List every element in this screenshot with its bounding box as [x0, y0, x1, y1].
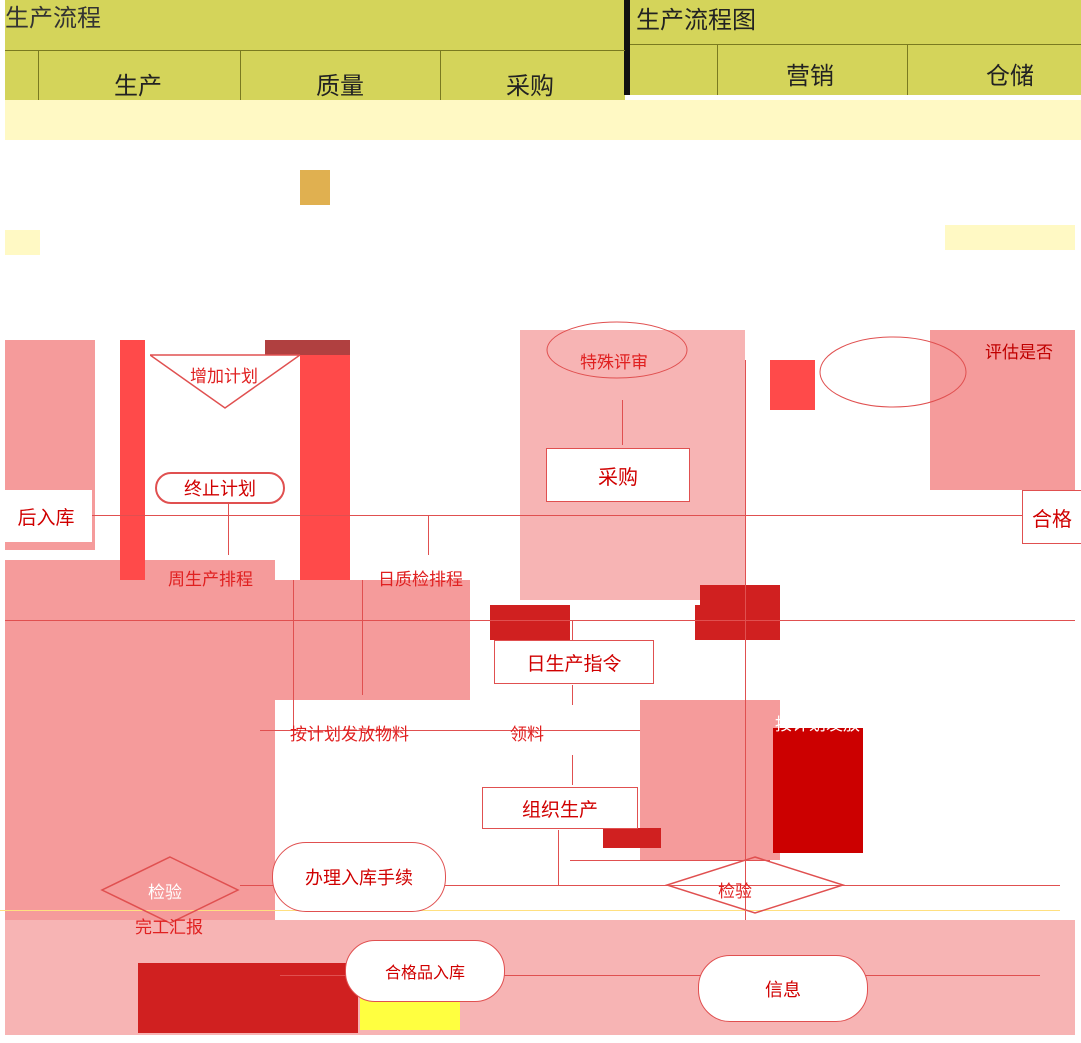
flow-line: [572, 755, 573, 785]
white-panel: [800, 470, 920, 580]
weekly-schedule-label: 周生产排程: [168, 570, 253, 590]
red-bar: [300, 340, 350, 580]
pink-block: [270, 580, 470, 700]
red-bar: [603, 828, 661, 848]
inspection-label: 检验: [148, 883, 182, 903]
flow-line: [90, 515, 1080, 516]
inspection-right-label: 检验: [718, 882, 752, 902]
flow-line: [572, 685, 573, 705]
page-title-left: 生产流程: [5, 4, 101, 32]
lane-separator: [907, 44, 908, 95]
white-panel: [880, 620, 1060, 910]
qualified-node: 合格: [1022, 490, 1081, 544]
red-bar: [695, 605, 780, 640]
yellow-block: [300, 170, 330, 205]
flow-line: [362, 580, 363, 695]
daily-order-node: 日生产指令: [494, 640, 654, 684]
issue-material-label: 按计划发放物料: [290, 725, 409, 745]
flow-line: [5, 620, 1075, 621]
organize-node: 组织生产: [482, 787, 638, 829]
evaluate-label: 评估是否: [985, 343, 1053, 363]
header-row-line-right: [630, 44, 1081, 45]
white-panel: [280, 765, 440, 845]
yellow-strip: [5, 230, 40, 255]
lane-header-production: 生产: [114, 72, 162, 100]
terminate-plan-node: 终止计划: [155, 472, 285, 504]
stock-in-node: 办理入库手续: [272, 842, 446, 912]
lane-header-marketing: 营销: [786, 62, 834, 90]
flow-line: [558, 830, 559, 885]
finish-report-label: 完工汇报: [135, 918, 203, 938]
red-bar: [773, 728, 863, 853]
page-title: 生产流程图: [636, 6, 756, 34]
white-panel: [780, 580, 1060, 620]
collect-material-label: 领料: [510, 725, 544, 745]
flow-line: [228, 500, 229, 555]
red-bar: [120, 340, 145, 580]
lane-header-purchase: 采购: [506, 72, 554, 100]
lane-separator: [38, 50, 39, 100]
plan-issue-right-label: 按计划发放: [775, 715, 860, 735]
yellow-band: [5, 100, 1081, 140]
evaluate-shape: [819, 336, 967, 408]
stock-after-node: 后入库: [0, 490, 92, 542]
flow-line: [293, 580, 294, 730]
plan-triangle: [150, 354, 300, 409]
red-bar: [770, 360, 815, 410]
qualified-product-node: 合格品入库: [345, 940, 505, 1002]
lane-separator: [717, 44, 718, 95]
flow-line: [745, 360, 746, 920]
yellow-strip: [945, 225, 1075, 250]
lane-header-warehouse: 仓储: [986, 62, 1034, 90]
daily-qc-schedule-label: 日质检排程: [378, 570, 463, 590]
red-bar: [490, 605, 570, 640]
special-approval-shape: [546, 321, 688, 379]
red-bar: [138, 963, 358, 1033]
flow-line: [428, 515, 429, 555]
flow-line: [572, 620, 573, 640]
lane-separator: [240, 50, 241, 100]
pink-block: [640, 700, 780, 860]
lane-header-quality: 质量: [316, 72, 364, 100]
flow-line: [622, 400, 623, 445]
inspection-diamond-right: [665, 856, 845, 914]
header-row-line: [5, 50, 625, 51]
lane-separator: [440, 50, 441, 100]
purchase-node: 采购: [546, 448, 690, 502]
information-node: 信息: [698, 955, 868, 1022]
